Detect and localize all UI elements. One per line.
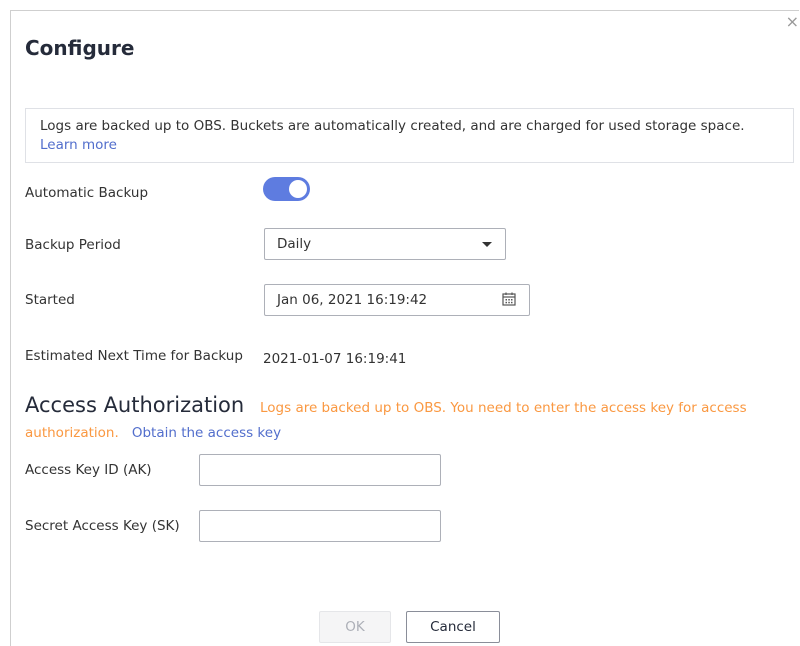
obtain-access-key-link[interactable]: Obtain the access key [132,425,281,441]
calendar-icon [502,292,516,306]
ak-input[interactable] [199,454,441,486]
started-date-picker[interactable]: Jan 06, 2021 16:19:42 [264,284,530,316]
notice-text: Logs are backed up to OBS. Buckets are a… [40,118,745,134]
started-value: Jan 06, 2021 16:19:42 [277,292,428,308]
backup-period-value: Daily [277,236,312,252]
next-backup-value: 2021-01-07 16:19:41 [263,351,407,367]
access-warning-line1: Logs are backed up to OBS. You need to e… [260,400,747,416]
chevron-down-icon [482,242,492,247]
configure-dialog: × Configure Logs are backed up to OBS. B… [10,10,799,646]
access-authorization-title: Access Authorization [25,393,245,417]
access-warning-line2-row: authorization. Obtain the access key [25,422,281,441]
toggle-knob [289,180,307,198]
sk-input[interactable] [199,510,441,542]
dialog-title: Configure [25,36,135,60]
sk-label: Secret Access Key (SK) [25,518,180,534]
access-warning-line2: authorization. [25,425,119,441]
ok-button[interactable]: OK [319,611,391,643]
automatic-backup-toggle[interactable] [263,177,310,201]
ak-label: Access Key ID (AK) [25,462,152,478]
backup-period-label: Backup Period [25,237,121,253]
backup-period-select[interactable]: Daily [264,228,506,260]
close-icon[interactable]: × [786,14,799,30]
cancel-button[interactable]: Cancel [406,611,500,643]
info-notice: Logs are backed up to OBS. Buckets are a… [25,108,794,163]
automatic-backup-label: Automatic Backup [25,185,149,201]
started-label: Started [25,292,75,308]
next-backup-label: Estimated Next Time for Backup [25,348,243,364]
learn-more-link[interactable]: Learn more [40,137,117,153]
